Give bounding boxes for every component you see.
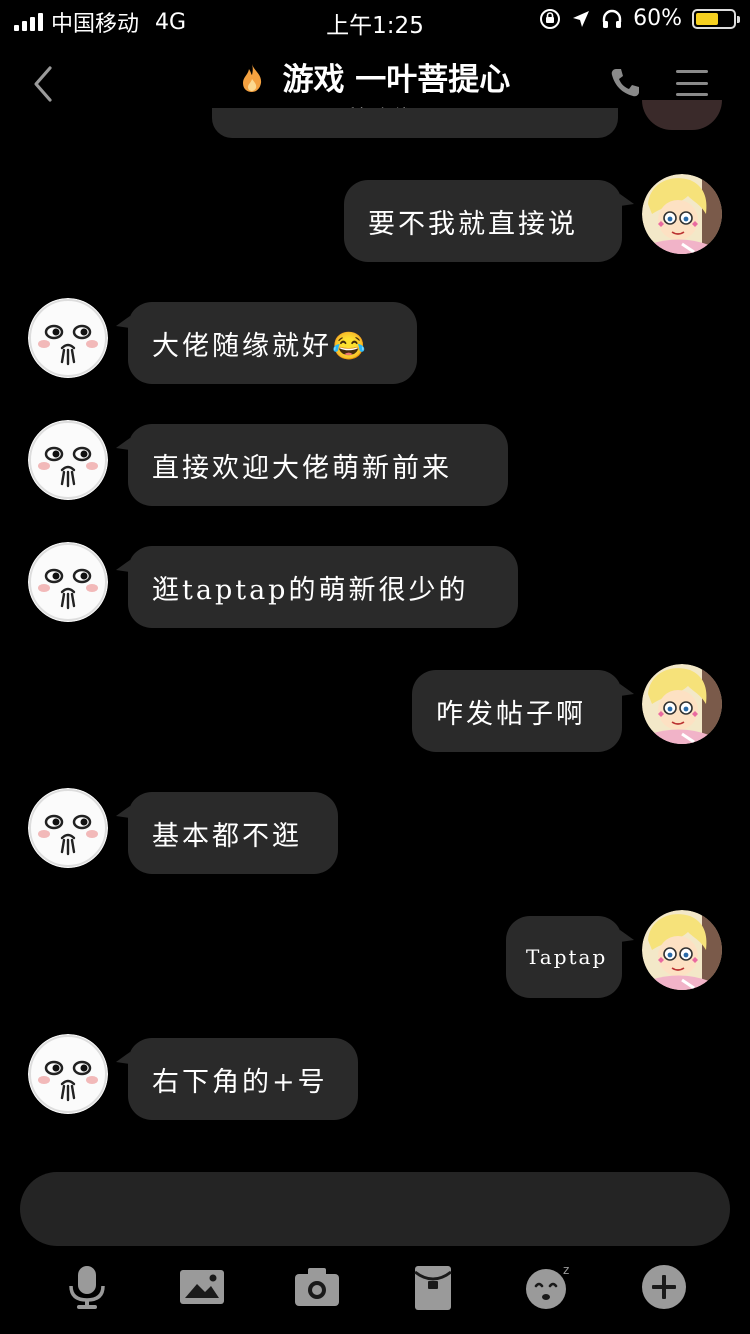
svg-text:z: z [563,1263,569,1277]
headphones-icon [602,9,622,28]
input-toolbar: z [0,1262,750,1316]
image-icon[interactable] [177,1262,227,1312]
message-text: 逛taptap的萌新很少的 [152,574,469,606]
microphone-icon[interactable] [62,1262,112,1312]
phone-icon[interactable] [608,66,642,100]
message-bubble[interactable]: 直接欢迎大佬萌新前来 [116,424,508,506]
message-text: 大佬随缘就好😂 [152,330,369,362]
avatar-self[interactable] [642,910,722,990]
flame-icon [242,64,261,92]
emoji-icon[interactable]: z [523,1262,573,1312]
message-bubble-partial [212,108,618,138]
status-bar: 中国移动 4G 上午1:25 60% [0,0,750,40]
message-text: 要不我就直接说 [368,208,578,240]
avatar-contact[interactable] [28,542,108,622]
battery-icon [692,8,740,29]
message-bubble[interactable]: 右下角的+号 [116,1038,358,1120]
red-packet-icon[interactable] [408,1262,458,1312]
camera-icon[interactable] [292,1262,342,1312]
battery-percent: 60% [633,6,682,31]
message-text: 直接欢迎大佬萌新前来 [152,452,452,484]
message-text: Taptap [526,945,608,969]
avatar-contact[interactable] [28,420,108,500]
message-bubble[interactable]: 咋发帖子啊 [412,670,634,752]
avatar-contact[interactable] [28,1034,108,1114]
avatar-self[interactable] [642,664,722,744]
location-icon [573,10,590,27]
orientation-lock-icon [540,8,561,29]
message-bubble[interactable]: 大佬随缘就好😂 [116,302,417,384]
menu-icon[interactable] [676,70,708,96]
message-bubble[interactable]: 要不我就直接说 [344,180,634,262]
message-bubble[interactable]: 基本都不逛 [116,792,338,874]
message-text: 基本都不逛 [152,820,302,852]
message-input[interactable] [20,1172,730,1246]
plus-icon[interactable] [639,1262,689,1312]
message-bubble[interactable]: 逛taptap的萌新很少的 [116,546,518,628]
message-bubble[interactable]: Taptap [506,916,634,998]
message-text: 右下角的+号 [152,1066,328,1098]
page-title: 游戏 一叶菩提心 [282,62,511,98]
avatar-contact[interactable] [28,298,108,378]
avatar-contact[interactable] [28,788,108,868]
avatar-self[interactable] [642,174,722,254]
message-text: 咋发帖子啊 [436,698,586,730]
